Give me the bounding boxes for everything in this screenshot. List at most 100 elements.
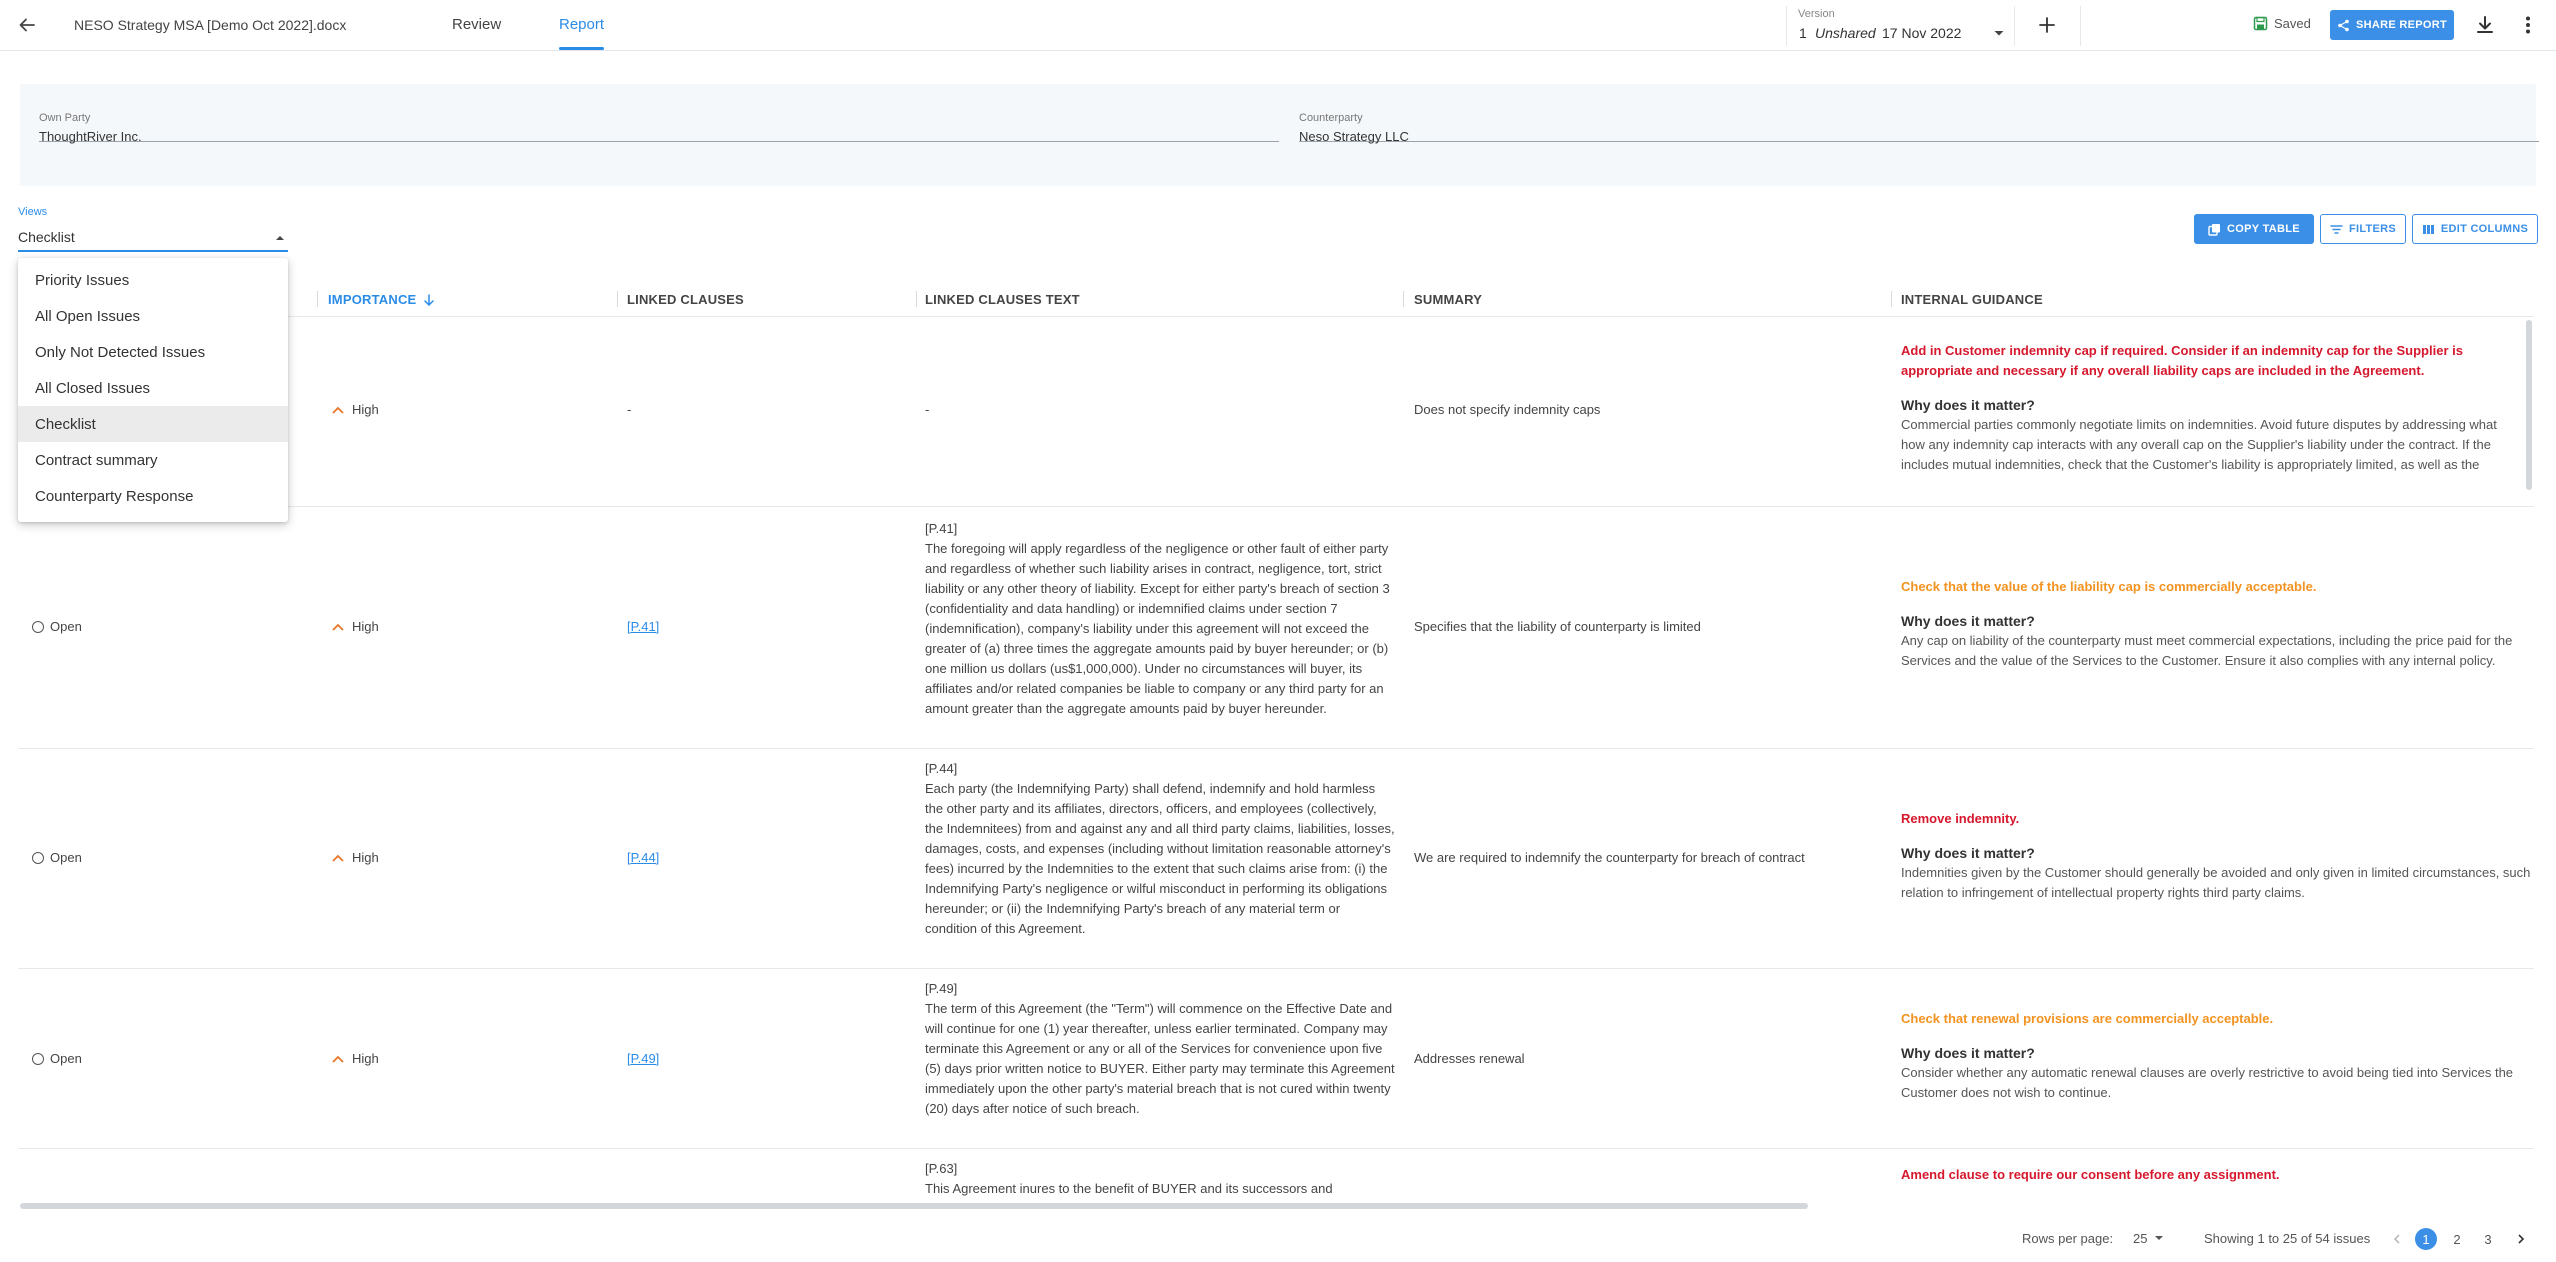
importance-value: High xyxy=(352,850,379,865)
next-page-button[interactable] xyxy=(2510,1228,2532,1250)
views-label: Views xyxy=(18,206,48,218)
table-row[interactable]: Open High [P.49] [P.49] The term of this… xyxy=(18,969,2534,1149)
clause-text: This Agreement inures to the benefit of … xyxy=(925,1181,1333,1196)
column-divider xyxy=(317,291,318,307)
guidance-question: Why does it matter? xyxy=(1901,613,2035,629)
tab-report[interactable]: Report xyxy=(559,16,604,33)
views-value: Checklist xyxy=(18,229,75,245)
guidance-body: Indemnities given by the Customer should… xyxy=(1901,865,2534,880)
saved-label: Saved xyxy=(2274,16,2311,31)
counterparty-field[interactable]: Counterparty Neso Strategy LLC xyxy=(1299,112,2539,144)
chevron-up-icon xyxy=(332,854,344,862)
column-summary[interactable]: SUMMARY xyxy=(1414,292,1482,307)
horizontal-scrollbar[interactable] xyxy=(20,1203,1808,1209)
table-row[interactable]: Open High [P.41] [P.41] The foregoing wi… xyxy=(18,507,2534,749)
copy-table-button[interactable]: COPY TABLE xyxy=(2194,214,2314,244)
column-importance-label: IMPORTANCE xyxy=(328,292,417,307)
chevron-up-icon xyxy=(332,406,344,414)
clause-ref: [P.44] xyxy=(925,761,958,776)
view-option-all-open-issues[interactable]: All Open Issues xyxy=(18,298,288,334)
importance-cell: High xyxy=(332,402,379,417)
rows-per-page-value[interactable]: 25 xyxy=(2133,1231,2147,1246)
linked-clause-link[interactable]: [P.49] xyxy=(627,1051,659,1066)
view-option-all-closed-issues[interactable]: All Closed Issues xyxy=(18,370,288,406)
views-select[interactable]: Views Checklist xyxy=(18,204,288,252)
clause-ref: [P.49] xyxy=(925,981,958,996)
view-option-checklist[interactable]: Checklist xyxy=(18,406,288,442)
column-linked-clauses-text[interactable]: LINKED CLAUSES TEXT xyxy=(925,292,1080,307)
page-2-button[interactable]: 2 xyxy=(2446,1228,2468,1250)
caret-down-icon[interactable] xyxy=(2152,1231,2166,1245)
importance-value: High xyxy=(352,1051,379,1066)
page-3-button[interactable]: 3 xyxy=(2477,1228,2499,1250)
open-status-icon xyxy=(32,1052,44,1065)
table-row[interactable]: [P.63] This Agreement inures to the bene… xyxy=(18,1149,2534,1202)
summary-cell: We are required to indemnify the counter… xyxy=(1414,850,1805,865)
add-version-button[interactable] xyxy=(2034,12,2060,38)
column-divider xyxy=(916,291,917,307)
clause-text: The foregoing will apply regardless of t… xyxy=(925,541,1390,716)
own-party-field[interactable]: Own Party ThoughtRiver Inc. xyxy=(39,112,1279,144)
caret-up-icon xyxy=(276,236,284,240)
filters-label: FILTERS xyxy=(2348,223,2397,235)
version-select[interactable] xyxy=(1990,24,2008,42)
table-row[interactable]: Open High [P.44] [P.44] Each party (the … xyxy=(18,749,2534,969)
linked-clause-link[interactable]: [P.44] xyxy=(627,850,659,865)
clause-ref: [P.41] xyxy=(925,521,958,536)
guidance-body: relation to infringement of intellectual… xyxy=(1901,885,2305,900)
more-vertical-icon xyxy=(2526,16,2530,34)
guidance-title: Check that the value of the liability ca… xyxy=(1901,579,2317,594)
edit-columns-button[interactable]: EDIT COLUMNS xyxy=(2412,214,2538,244)
own-party-label: Own Party xyxy=(39,112,91,124)
status-value: Open xyxy=(50,1051,82,1066)
column-divider xyxy=(617,291,618,307)
linked-clause-text-cell: [P.44] Each party (the Indemnifying Part… xyxy=(925,759,1395,939)
guidance-body: includes mutual indemnities, check that … xyxy=(1901,457,2480,472)
back-button[interactable] xyxy=(12,10,42,40)
guidance-body: Commercial parties commonly negotiate li… xyxy=(1901,417,2497,432)
arrow-down-icon xyxy=(424,293,435,306)
summary-cell: Does not specify indemnity caps xyxy=(1414,402,1601,417)
view-option-priority-issues[interactable]: Priority Issues xyxy=(18,262,288,298)
more-options-button[interactable] xyxy=(2515,12,2541,38)
rows-per-page-label: Rows per page: xyxy=(2022,1231,2114,1246)
importance-cell: High xyxy=(332,619,379,634)
top-bar: NESO Strategy MSA [Demo Oct 2022].docx R… xyxy=(0,0,2556,51)
caret-down-icon xyxy=(1994,31,2004,36)
share-report-button[interactable]: SHARE REPORT xyxy=(2330,10,2454,40)
chevron-up-icon xyxy=(332,1055,344,1063)
page-1-button[interactable]: 1 xyxy=(2415,1228,2437,1250)
linked-clause-text-cell: - xyxy=(925,402,930,417)
clause-ref: [P.63] xyxy=(925,1161,958,1176)
version-date: 17 Nov 2022 xyxy=(1882,25,1962,41)
guidance-title: Amend clause to require our consent befo… xyxy=(1901,1167,2280,1182)
column-divider xyxy=(1403,291,1404,307)
filters-button[interactable]: FILTERS xyxy=(2320,214,2406,244)
column-linked-clauses[interactable]: LINKED CLAUSES xyxy=(627,292,744,307)
tab-review[interactable]: Review xyxy=(452,16,501,33)
guidance-title: Remove indemnity. xyxy=(1901,811,2020,826)
view-option-contract-summary[interactable]: Contract summary xyxy=(18,442,288,478)
prev-page-button[interactable] xyxy=(2386,1228,2408,1250)
importance-value: High xyxy=(352,619,379,634)
divider xyxy=(1786,6,1787,46)
table-row[interactable]: High - - Does not specify indemnity caps… xyxy=(18,317,2534,507)
column-importance[interactable]: IMPORTANCE xyxy=(328,292,436,307)
linked-clause-link[interactable]: [P.41] xyxy=(627,619,659,634)
guidance-body: Consider whether any automatic renewal c… xyxy=(1901,1065,2514,1080)
guidance-body: Services and the value of the Services t… xyxy=(1901,653,2496,668)
status-value: Open xyxy=(50,619,82,634)
version-label: Version xyxy=(1798,8,1835,20)
linked-clause-text-cell: [P.63] This Agreement inures to the bene… xyxy=(925,1159,1395,1199)
download-button[interactable] xyxy=(2472,12,2498,38)
guidance-title: Add in Customer indemnity cap if require… xyxy=(1901,343,2463,378)
view-option-counterparty-response[interactable]: Counterparty Response xyxy=(18,478,288,514)
view-option-not-detected-issues[interactable]: Only Not Detected Issues xyxy=(18,334,288,370)
document-title: NESO Strategy MSA [Demo Oct 2022].docx xyxy=(74,17,347,33)
column-internal-guidance[interactable]: INTERNAL GUIDANCE xyxy=(1901,292,2043,307)
filter-icon xyxy=(2330,224,2343,234)
guidance-body: how any indemnity cap interacts with any… xyxy=(1901,437,2491,452)
share-report-label: SHARE REPORT xyxy=(2356,19,2447,31)
edit-columns-label: EDIT COLUMNS xyxy=(2440,223,2529,235)
vertical-scrollbar[interactable] xyxy=(2526,320,2532,490)
